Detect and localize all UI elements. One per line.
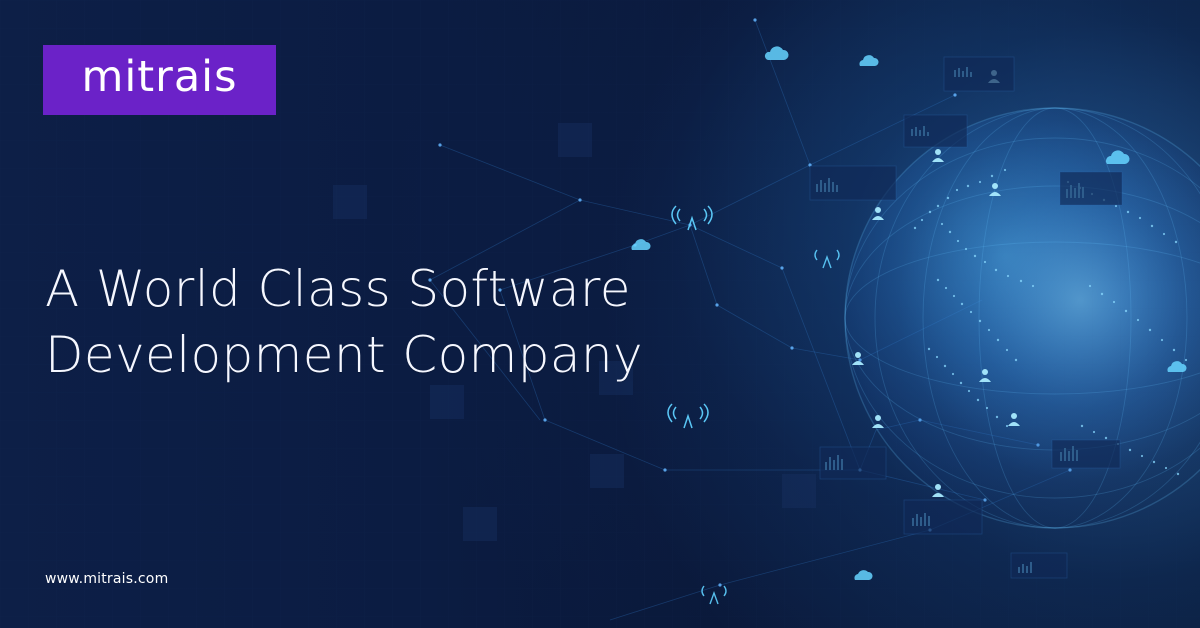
promo-banner: mitrais A World Class Software Developme… — [0, 0, 1200, 628]
brand-logo: mitrais — [43, 45, 276, 115]
headline-line-1: A World Class Software — [45, 260, 631, 318]
website-url: www.mitrais.com — [45, 571, 169, 587]
logo-text: mitrais — [81, 52, 238, 102]
headline: A World Class Software Development Compa… — [45, 256, 643, 388]
headline-line-2: Development Company — [45, 326, 643, 384]
